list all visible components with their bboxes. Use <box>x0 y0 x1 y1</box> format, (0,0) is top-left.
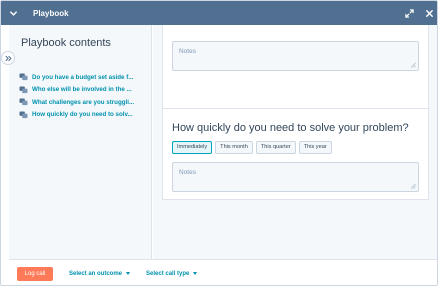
close-icon[interactable] <box>419 1 437 25</box>
chevron-down-icon[interactable] <box>1 1 25 25</box>
notes-placeholder: Notes <box>179 48 196 55</box>
sidebar-item-label: Do you have a budget set aside f... <box>32 73 134 81</box>
playbook-header: Playbook <box>1 1 437 25</box>
question-card: Notes <box>162 25 429 112</box>
playbook-main-pane: Notes How quickly do you need to solve y… <box>153 25 437 259</box>
answer-options: Immediately This month This quarter This… <box>172 141 335 154</box>
question-bubble-icon <box>19 110 28 118</box>
sidebar-item-label: How quickly do you need to solv... <box>32 111 133 118</box>
notes-placeholder: Notes <box>179 169 196 176</box>
select-call-type-label: Select call type <box>146 270 190 277</box>
select-outcome-label: Select an outcome <box>69 270 123 277</box>
sidebar-item-challenges[interactable]: What challenges are you struggli... <box>19 96 150 108</box>
resize-grip-icon[interactable] <box>410 183 416 189</box>
log-call-button[interactable]: Log call <box>17 266 53 281</box>
question-text: How quickly do you need to solve your pr… <box>172 122 409 134</box>
playbook-window: Playbook Playbook contents Do you have a… <box>0 0 438 286</box>
question-bubble-icon <box>19 73 28 81</box>
call-footer: Log call Select an outcome Select call t… <box>9 259 437 285</box>
question-card: How quickly do you need to solve your pr… <box>162 108 429 200</box>
question-bubble-icon <box>19 85 28 93</box>
option-immediately[interactable]: Immediately <box>172 141 213 154</box>
playbook-contents-sidebar: Playbook contents Do you have a budget s… <box>9 25 152 259</box>
notes-field[interactable]: Notes <box>172 162 419 192</box>
sidebar-item-budget[interactable]: Do you have a budget set aside f... <box>19 71 150 83</box>
collapse-sidebar-button[interactable] <box>1 51 15 65</box>
double-chevron-right-icon <box>5 55 11 61</box>
select-call-type-dropdown[interactable]: Select call type <box>146 270 198 277</box>
expand-icon[interactable] <box>399 1 419 25</box>
notes-field[interactable]: Notes <box>172 41 419 71</box>
playbook-contents-list: Do you have a budget set aside f... Who … <box>19 71 150 121</box>
resize-grip-icon[interactable] <box>410 62 416 68</box>
option-this-year[interactable]: This year <box>298 141 332 154</box>
option-this-month[interactable]: This month <box>215 141 253 154</box>
sidebar-item-involved[interactable]: Who else will be involved in the ... <box>19 84 150 96</box>
caret-down-icon <box>126 272 131 275</box>
playbook-title: Playbook <box>33 8 69 18</box>
sidebar-item-label: What challenges are you struggli... <box>32 98 135 106</box>
sidebar-item-timeline[interactable]: How quickly do you need to solv... <box>19 109 150 121</box>
sidebar-item-label: Who else will be involved in the ... <box>32 86 132 93</box>
option-this-quarter[interactable]: This quarter <box>255 141 296 154</box>
select-outcome-dropdown[interactable]: Select an outcome <box>69 270 131 277</box>
sidebar-heading: Playbook contents <box>21 37 111 49</box>
question-bubble-icon <box>19 98 28 106</box>
caret-down-icon <box>193 272 198 275</box>
